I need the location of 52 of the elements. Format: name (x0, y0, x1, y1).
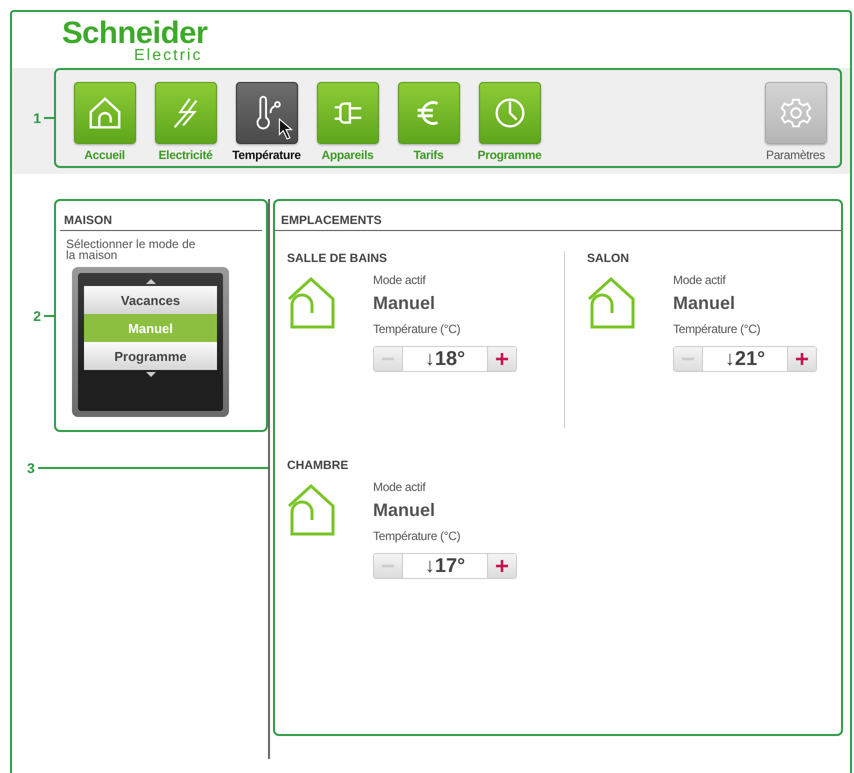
nav-label: Accueil (84, 148, 125, 162)
mode-picker[interactable]: Vacances Manuel Programme (72, 267, 229, 417)
settings-label: Paramètres (766, 148, 826, 162)
mouse-pointer-icon (278, 118, 294, 140)
nav-label: Tarifs (414, 148, 444, 162)
mode-option[interactable]: Vacances (84, 286, 217, 314)
mode-value: Manuel (373, 293, 436, 314)
mode-value: Manuel (673, 293, 736, 314)
house-icon (587, 277, 637, 329)
temperature-value: ↓18° (402, 347, 488, 371)
house-icon (287, 277, 337, 329)
settings-tile-button[interactable] (764, 82, 826, 144)
nav-tile-button[interactable] (478, 82, 540, 144)
panel-title: EMPLACEMENTS (275, 201, 841, 231)
mode-value: Manuel (373, 500, 436, 521)
nav-tile-button[interactable] (74, 82, 136, 144)
nav-label: Appareils (322, 148, 374, 162)
nav-label: Température (232, 148, 301, 162)
nav-label: Programme (478, 148, 542, 162)
nav-tile-button[interactable] (316, 82, 378, 144)
temperature-label: Température (°C) (673, 322, 760, 336)
plus-icon (795, 352, 809, 366)
temperature-label: Température (°C) (373, 529, 460, 543)
nav-tile-button[interactable] (236, 82, 298, 144)
scroll-up-icon (146, 279, 156, 284)
nav-tile-button[interactable] (398, 82, 460, 144)
house-icon (287, 484, 337, 536)
logo-subtitle: Electric (134, 48, 204, 63)
room-name: CHAMBRE (287, 458, 350, 472)
nav-label: Electricité (158, 148, 213, 162)
callout-number: 3 (27, 460, 35, 476)
panel-title: MAISON (60, 201, 262, 231)
room-name: SALON (587, 251, 630, 265)
callout-number: 2 (33, 308, 41, 324)
callout-number: 1 (33, 110, 41, 126)
increase-button[interactable] (788, 347, 816, 371)
mode-label: Mode actif (373, 273, 426, 287)
temperature-value: ↓17° (402, 554, 488, 578)
scroll-down-icon (146, 372, 156, 377)
room-name: SALLE DE BAINS (287, 251, 388, 265)
logo-wordmark: Schneider (62, 18, 208, 48)
temperature-value: ↓21° (702, 347, 788, 371)
increase-button[interactable] (488, 554, 516, 578)
mode-hint-text: Sélectionner le mode de la maison (65, 236, 196, 261)
mode-label: Mode actif (673, 273, 726, 287)
mode-option[interactable]: Programme (84, 342, 217, 370)
increase-button[interactable] (488, 347, 516, 371)
temperature-label: Température (°C) (373, 322, 460, 336)
mode-label: Mode actif (373, 480, 426, 494)
nav-tile-button[interactable] (154, 82, 216, 144)
plus-icon (495, 352, 509, 366)
plus-icon (495, 559, 509, 573)
